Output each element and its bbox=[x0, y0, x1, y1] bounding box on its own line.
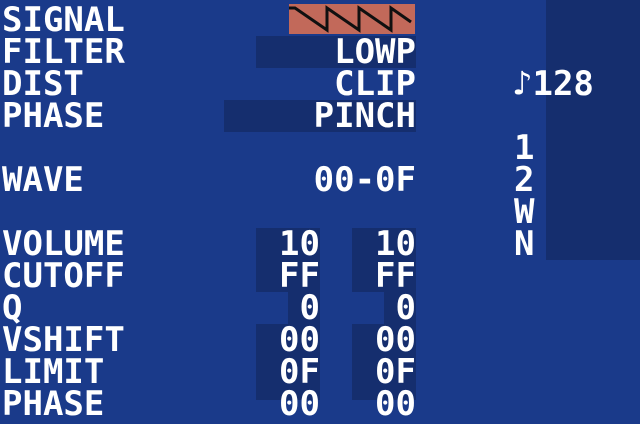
phase-label: PHASE bbox=[2, 96, 105, 136]
channel-sidebar bbox=[546, 0, 640, 260]
next-phase-b-value[interactable]: 00 bbox=[352, 387, 416, 421]
channel-item-n[interactable]: N bbox=[514, 227, 534, 261]
phase-value[interactable]: PINCH bbox=[256, 99, 416, 133]
sawtooth-wave-icon bbox=[289, 5, 412, 33]
next-phase-label: PHASE bbox=[2, 384, 105, 424]
wave-range[interactable]: 00-0F bbox=[256, 163, 416, 197]
wave-label: WAVE bbox=[2, 160, 84, 200]
tempo-readout[interactable]: ♪128 bbox=[512, 67, 640, 101]
next-phase-a-value[interactable]: 00 bbox=[256, 387, 320, 421]
